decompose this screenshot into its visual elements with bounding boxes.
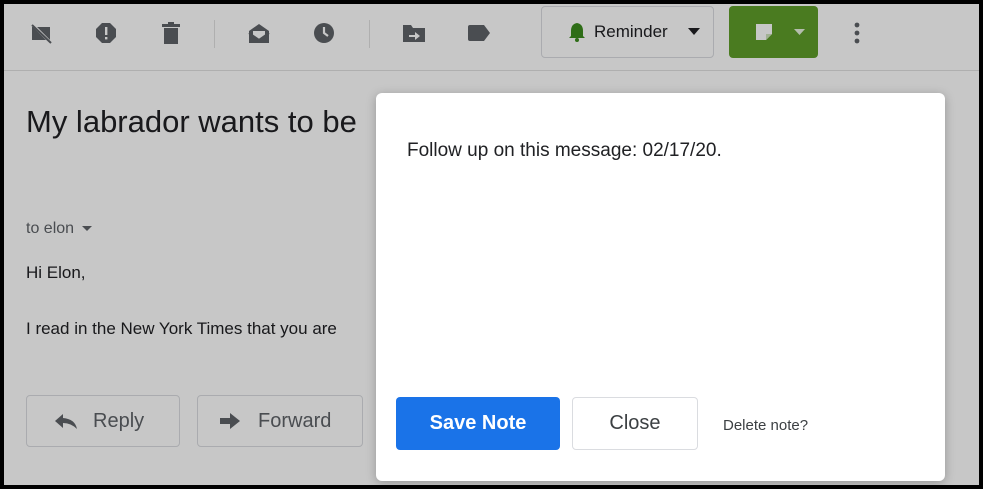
close-button[interactable]: Close bbox=[572, 397, 698, 450]
note-dialog: Follow up on this message: 02/17/20. Sav… bbox=[376, 93, 945, 481]
delete-note-link[interactable]: Delete note? bbox=[723, 417, 808, 434]
note-message[interactable]: Follow up on this message: 02/17/20. bbox=[407, 140, 722, 162]
gmail-window: Reminder My labrador wants to be to elon… bbox=[0, 0, 983, 489]
save-note-button[interactable]: Save Note bbox=[396, 397, 560, 450]
